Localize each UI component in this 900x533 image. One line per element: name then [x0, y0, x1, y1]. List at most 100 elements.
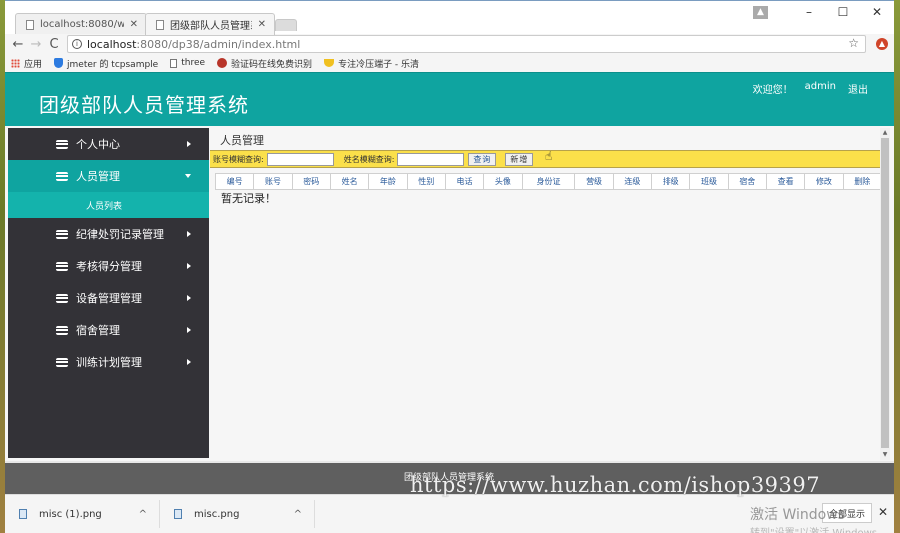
sidebar-item-personal-center[interactable]: 个人中心 [8, 128, 209, 160]
stack-icon [56, 261, 68, 271]
column-header: 身份证 [521, 173, 576, 190]
sidebar-item-assessment[interactable]: 考核得分管理 [8, 250, 209, 282]
download-bar: misc (1).png ^ misc.png ^ 全部显示 ✕ [5, 494, 894, 533]
tab-title: 团级部队人员管理系统 [170, 21, 252, 32]
sidebar-item-discipline[interactable]: 纪律处罚记录管理 [8, 218, 209, 250]
app-page: 团级部队人员管理系统 欢迎您！ admin 退出 个人中心 人员管理 人员列表 [5, 72, 894, 494]
bookmark-label: 应用 [24, 59, 43, 70]
empty-message: 暂无记录！ [221, 192, 276, 205]
account-search-label: 账号模糊查询: [213, 154, 264, 164]
close-window-button[interactable]: ✕ [860, 5, 894, 19]
maximize-button[interactable]: ☐ [826, 5, 860, 19]
tab-app[interactable]: 团级部队人员管理系统 ✕ [145, 13, 275, 35]
browser-window: localhost:8080/webtoc ✕ 团级部队人员管理系统 ✕ ▲ –… [5, 0, 894, 533]
scrollbar-thumb[interactable] [881, 138, 889, 448]
stack-icon [56, 171, 68, 181]
close-icon[interactable]: ✕ [258, 19, 266, 30]
page-title: 人员管理 [220, 134, 264, 147]
bookmark-apps[interactable]: 应用 [11, 57, 42, 70]
close-icon[interactable]: ✕ [878, 505, 888, 519]
sidebar-item-training[interactable]: 训练计划管理 [8, 346, 209, 378]
sidebar-item-label: 宿舍管理 [76, 324, 120, 337]
column-header: 删除 [842, 173, 883, 190]
column-header: 头像 [483, 173, 523, 190]
minimize-button[interactable]: – [792, 5, 826, 19]
address-bar[interactable]: i localhost :8080/dp38/admin/index.html … [67, 35, 866, 53]
new-tab-button[interactable] [275, 19, 297, 31]
bookmark-star-icon[interactable]: ☆ [848, 36, 859, 50]
scroll-down-icon[interactable]: ▼ [880, 450, 890, 460]
column-header: 密码 [291, 173, 331, 190]
window-controls: ▲ – ☐ ✕ [753, 1, 894, 23]
personnel-table: 编号 账号 密码 姓名 年龄 性别 电话 头像 身份证 营级 连级 排级 班级 宿舍 查看 修改 删除 [214, 173, 883, 190]
trophy-icon [324, 59, 335, 67]
bookmark-label: 专注冷压端子 - 乐清 [338, 59, 420, 70]
sidebar-item-label: 设备管理管理 [76, 292, 142, 305]
add-button[interactable]: 新增 [505, 152, 534, 166]
browser-toolbar: ← → C i localhost :8080/dp38/admin/index… [5, 34, 894, 54]
caret-right-icon [187, 327, 191, 333]
sidebar-subitem-personnel-list[interactable]: 人员列表 [8, 192, 209, 218]
account-search-input[interactable] [266, 152, 334, 166]
info-icon[interactable]: i [72, 39, 82, 49]
bookmark-terminal[interactable]: 专注冷压端子 - 乐清 [324, 57, 419, 70]
bookmark-three[interactable]: three [170, 58, 205, 68]
chevron-up-icon[interactable]: ^ [294, 509, 302, 520]
caret-right-icon [187, 231, 191, 237]
profile-icon[interactable]: ▲ [753, 5, 768, 19]
query-button[interactable]: 查询 [468, 152, 497, 166]
column-header: 宿舍 [727, 173, 767, 190]
stack-icon [56, 229, 68, 239]
url-host: localhost [87, 37, 137, 51]
sidebar-item-label: 纪律处罚记录管理 [76, 228, 164, 241]
close-icon[interactable]: ✕ [130, 19, 138, 30]
download-item[interactable]: misc (1).png ^ [5, 500, 160, 528]
forward-button[interactable]: → [27, 37, 45, 52]
url-path: :8080/dp38/admin/index.html [136, 37, 301, 51]
download-filename: misc.png [194, 508, 240, 520]
extension-icon[interactable]: ▲ [876, 38, 888, 50]
page-icon [26, 19, 34, 30]
reload-button[interactable]: C [45, 37, 63, 52]
download-item[interactable]: misc.png ^ [160, 500, 315, 528]
bookmark-label: 验证码在线免费识别 [231, 59, 313, 70]
name-search-input[interactable] [397, 152, 465, 166]
caret-right-icon [187, 359, 191, 365]
page-scrollbar[interactable]: ▲ ▼ [880, 128, 890, 460]
user-area: 欢迎您！ admin 退出 [753, 81, 868, 96]
hand-cursor-icon: ☝ [545, 149, 553, 163]
stack-icon [56, 357, 68, 367]
column-header: 连级 [612, 173, 653, 190]
sidebar-item-label: 训练计划管理 [76, 356, 142, 369]
logout-link[interactable]: 退出 [848, 81, 868, 96]
stack-icon [56, 139, 68, 149]
page-icon [170, 58, 178, 68]
shield-icon [54, 58, 64, 68]
back-button[interactable]: ← [9, 37, 27, 52]
bookmarks-bar: 应用 jmeter 的 tcpsample three 验证码在线免费识别 专注… [5, 54, 894, 72]
username: admin [804, 81, 836, 92]
column-header: 排级 [651, 173, 691, 190]
sidebar-item-equipment[interactable]: 设备管理管理 [8, 282, 209, 314]
scroll-up-icon[interactable]: ▲ [880, 128, 890, 138]
stack-icon [56, 325, 68, 335]
app-header: 团级部队人员管理系统 欢迎您！ admin 退出 [5, 72, 894, 126]
sidebar-item-label: 个人中心 [76, 138, 120, 151]
column-header: 修改 [804, 173, 844, 190]
column-header: 班级 [689, 173, 729, 190]
stack-icon [56, 293, 68, 303]
chevron-up-icon[interactable]: ^ [139, 509, 147, 520]
column-header: 姓名 [329, 173, 370, 190]
show-all-downloads-button[interactable]: 全部显示 [821, 503, 872, 523]
tab-localhost[interactable]: localhost:8080/webtoc ✕ [15, 13, 147, 35]
column-header: 电话 [444, 173, 485, 190]
bookmark-jmeter[interactable]: jmeter 的 tcpsample [54, 57, 158, 70]
sidebar-item-personnel[interactable]: 人员管理 [8, 160, 209, 192]
bookmark-captcha[interactable]: 验证码在线免费识别 [217, 57, 312, 70]
sidebar-item-dormitory[interactable]: 宿舍管理 [8, 314, 209, 346]
bookmark-label: jmeter 的 tcpsample [67, 59, 159, 70]
column-header: 编号 [214, 173, 255, 190]
tab-title: localhost:8080/webtoc [40, 19, 124, 30]
column-header: 性别 [406, 173, 446, 190]
tab-strip: localhost:8080/webtoc ✕ 团级部队人员管理系统 ✕ ▲ –… [5, 0, 894, 35]
